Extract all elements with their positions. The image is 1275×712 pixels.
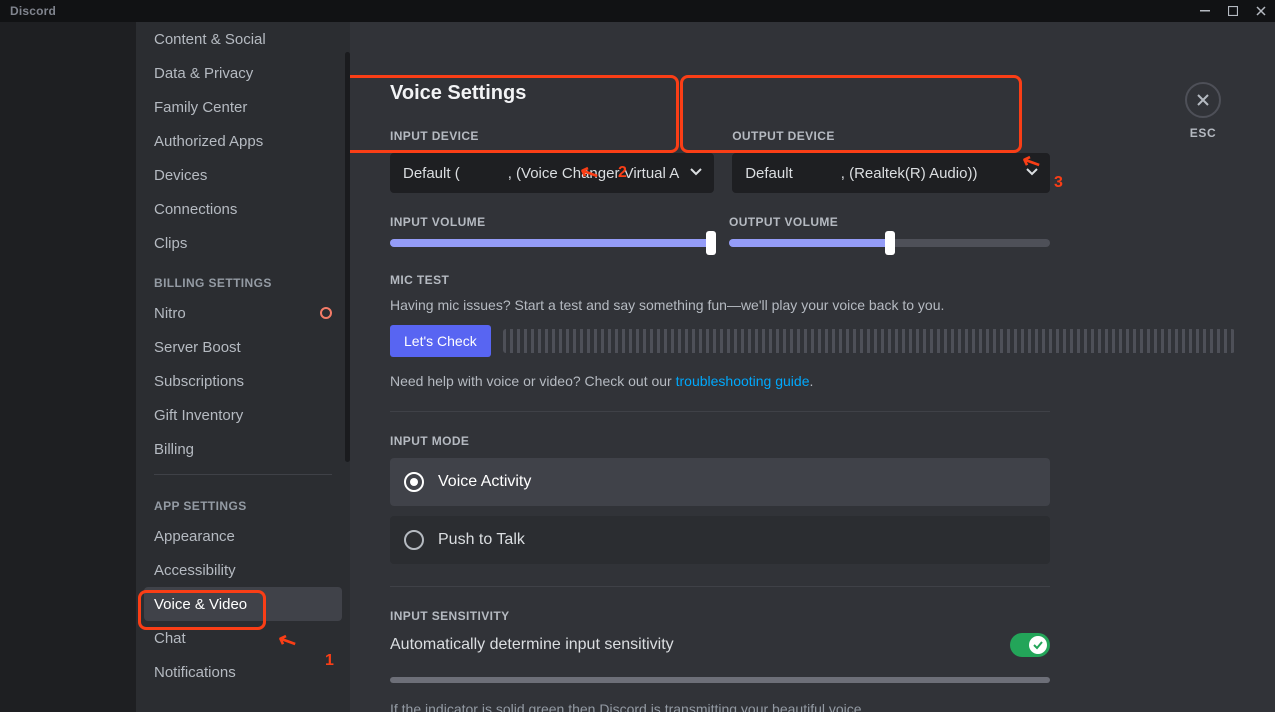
maximize-button[interactable] <box>1219 0 1247 22</box>
minimize-button[interactable] <box>1191 0 1219 22</box>
sidebar-item-label: Content & Social <box>154 31 266 48</box>
radio-icon <box>404 530 424 550</box>
radio-icon <box>404 472 424 492</box>
mic-test-description: Having mic issues? Start a test and say … <box>390 297 1235 313</box>
content-area: ESC Voice Settings INPUT DEVICE Default … <box>350 22 1275 712</box>
close-settings-area: ESC <box>1185 82 1221 140</box>
settings-sidebar: Content & Social Data & Privacy Family C… <box>136 22 350 712</box>
sidebar-item-connections[interactable]: Connections <box>144 192 342 226</box>
window-close-button[interactable] <box>1247 0 1275 22</box>
redacted-text <box>462 165 506 181</box>
sidebar-item-label: Notifications <box>154 664 236 681</box>
sidebar-item-content-social[interactable]: Content & Social <box>144 22 342 56</box>
left-rail <box>0 22 136 712</box>
input-volume-slider[interactable] <box>390 239 711 247</box>
chevron-down-icon <box>1023 162 1041 184</box>
window-controls <box>1191 0 1275 22</box>
input-mode-push-to-talk[interactable]: Push to Talk <box>390 516 1050 564</box>
sidebar-item-label: Appearance <box>154 528 235 545</box>
sidebar-item-label: Devices <box>154 167 207 184</box>
sensitivity-toggle[interactable] <box>1010 633 1050 657</box>
sidebar-item-label: Accessibility <box>154 562 236 579</box>
input-mode-header: INPUT MODE <box>390 434 1050 448</box>
sensitivity-toggle-label: Automatically determine input sensitivit… <box>390 636 674 654</box>
sidebar-item-label: Gift Inventory <box>154 407 243 424</box>
input-sensitivity-header: INPUT SENSITIVITY <box>390 609 1050 623</box>
sidebar-item-label: Connections <box>154 201 237 218</box>
sidebar-item-authorized-apps[interactable]: Authorized Apps <box>144 124 342 158</box>
chevron-down-icon <box>687 162 705 184</box>
sidebar-item-label: Authorized Apps <box>154 133 263 150</box>
input-device-label: INPUT DEVICE <box>390 129 714 143</box>
sensitivity-meter <box>390 677 1050 683</box>
annotation-number: 3 <box>1054 174 1063 192</box>
divider <box>390 586 1050 587</box>
output-volume-label: OUTPUT VOLUME <box>729 215 1050 229</box>
select-value-prefix: Default ( <box>403 165 460 182</box>
output-device-label: OUTPUT DEVICE <box>732 129 1050 143</box>
sidebar-item-label: Voice & Video <box>154 596 247 613</box>
select-value-suffix: , (Voice Changer Virtual A <box>508 165 680 182</box>
sidebar-item-label: Clips <box>154 235 187 252</box>
divider <box>390 411 1050 412</box>
sidebar-item-label: Data & Privacy <box>154 65 253 82</box>
esc-label: ESC <box>1190 126 1216 140</box>
close-settings-button[interactable] <box>1185 82 1221 118</box>
sidebar-item-notifications[interactable]: Notifications <box>144 655 342 689</box>
sidebar-item-clips[interactable]: Clips <box>144 226 342 260</box>
mic-test-meter <box>503 329 1235 353</box>
select-value-prefix: Default <box>745 165 793 182</box>
close-icon <box>1195 92 1211 108</box>
slider-grabber[interactable] <box>706 231 716 255</box>
sidebar-item-family-center[interactable]: Family Center <box>144 90 342 124</box>
mic-test-button[interactable]: Let's Check <box>390 325 491 357</box>
input-device-select[interactable]: Default ( , (Voice Changer Virtual A <box>390 153 714 193</box>
sensitivity-note: If the indicator is solid green then Dis… <box>390 701 1050 712</box>
sidebar-item-gift-inventory[interactable]: Gift Inventory <box>144 398 342 432</box>
troubleshooting-link[interactable]: troubleshooting guide <box>676 373 810 389</box>
sidebar-item-devices[interactable]: Devices <box>144 158 342 192</box>
sidebar-category-billing: BILLING SETTINGS <box>144 260 342 296</box>
sidebar-item-voice-video[interactable]: Voice & Video <box>144 587 342 621</box>
sidebar-item-data-privacy[interactable]: Data & Privacy <box>144 56 342 90</box>
mic-help-text: Need help with voice or video? Check out… <box>390 373 1235 389</box>
output-volume-slider[interactable] <box>729 239 1050 247</box>
input-mode-voice-activity[interactable]: Voice Activity <box>390 458 1050 506</box>
titlebar: Discord <box>0 0 1275 22</box>
output-device-select[interactable]: Default , (Realtek(R) Audio)) <box>732 153 1050 193</box>
sidebar-item-label: Billing <box>154 441 194 458</box>
sidebar-item-label: Chat <box>154 630 186 647</box>
sidebar-item-billing[interactable]: Billing <box>144 432 342 466</box>
sidebar-item-label: Nitro <box>154 305 186 322</box>
redacted-text <box>795 165 839 181</box>
mode-label: Push to Talk <box>438 531 525 549</box>
sidebar-category-app: APP SETTINGS <box>144 483 342 519</box>
select-value-suffix: , (Realtek(R) Audio)) <box>841 165 978 182</box>
sidebar-item-nitro[interactable]: Nitro <box>144 296 342 330</box>
check-icon <box>1032 639 1044 651</box>
app-name: Discord <box>10 4 56 18</box>
page-title: Voice Settings <box>390 82 1235 105</box>
sidebar-item-server-boost[interactable]: Server Boost <box>144 330 342 364</box>
sidebar-item-subscriptions[interactable]: Subscriptions <box>144 364 342 398</box>
mic-test-header: MIC TEST <box>390 273 1235 287</box>
sidebar-divider <box>154 474 332 475</box>
input-volume-label: INPUT VOLUME <box>390 215 711 229</box>
sidebar-item-label: Subscriptions <box>154 373 244 390</box>
sidebar-item-appearance[interactable]: Appearance <box>144 519 342 553</box>
sidebar-item-label: Family Center <box>154 99 247 116</box>
nitro-badge-icon <box>320 307 332 319</box>
sidebar-item-chat[interactable]: Chat <box>144 621 342 655</box>
slider-grabber[interactable] <box>885 231 895 255</box>
sidebar-item-label: Server Boost <box>154 339 241 356</box>
mode-label: Voice Activity <box>438 473 531 491</box>
sidebar-item-accessibility[interactable]: Accessibility <box>144 553 342 587</box>
